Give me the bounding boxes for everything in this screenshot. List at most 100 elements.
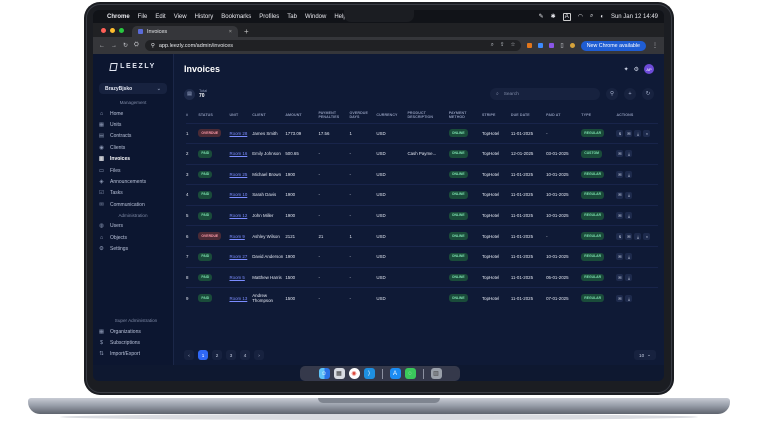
download-icon[interactable]: ⤓ (625, 273, 633, 281)
bluetooth-icon[interactable]: ✱ (551, 13, 556, 20)
email-icon[interactable]: ✉ (616, 253, 624, 261)
add-invoice-button[interactable]: + (624, 88, 636, 100)
column-header-currency[interactable]: CURRENCY (376, 108, 407, 123)
refresh-button[interactable]: ↻ (642, 88, 654, 100)
table-row[interactable]: 6 OVERDUE Room 9 Ashley Wilson 2121 21 1 USD ONL… (186, 225, 658, 247)
sidebar-item-subscriptions[interactable]: $ Subscriptions (93, 337, 179, 348)
trash-icon[interactable]: ▥ (430, 368, 442, 379)
email-icon[interactable]: ✉ (616, 294, 624, 302)
email-icon[interactable]: ✉ (616, 191, 624, 199)
rows-per-page-select[interactable]: 10 ⌄ (634, 350, 656, 360)
side-panel-icon[interactable]: ▯ (560, 42, 563, 49)
page-3-button[interactable]: 3 (226, 350, 236, 360)
minimize-window-button[interactable] (110, 27, 115, 33)
search-input[interactable]: ⌕ Search (490, 88, 600, 100)
table-row[interactable]: 4 PAID Room 10 Sarah Davis 1900 - - USD ONLINE To… (186, 184, 658, 206)
table-row[interactable]: 3 PAID Room 25 Michael Brown 1900 - - USD ONLINE… (186, 164, 658, 185)
pay-icon[interactable]: $ (616, 129, 624, 137)
extension-icon[interactable] (538, 43, 544, 48)
column-header-client[interactable]: CLIENT (252, 108, 285, 123)
sidebar-item-contracts[interactable]: ▤ Contracts (93, 131, 173, 142)
column-header-payment-method[interactable]: PAYMENT METHOD (449, 108, 482, 123)
download-icon[interactable]: ⤓ (625, 212, 633, 220)
menubar-clock[interactable]: Sun Jan 12 14:49 (611, 14, 658, 20)
unit-link[interactable]: Room 10 (229, 192, 247, 197)
unit-link[interactable]: Room 25 (229, 172, 247, 177)
page-1-button[interactable]: 1 (198, 350, 208, 360)
leezly-logo[interactable]: LEEZLY (93, 54, 173, 79)
search-icon[interactable]: ⌕ (590, 13, 593, 20)
column-header-amount[interactable]: AMOUNT (285, 108, 318, 123)
site-info-icon[interactable]: ⚲ (151, 43, 155, 49)
column-header-product-description[interactable]: PRODUCT DESCRIPTION (407, 108, 448, 123)
column-header-stripe[interactable]: STRIPE (482, 108, 511, 123)
sidebar-item-clients[interactable]: ◉ Clients (93, 142, 173, 153)
zoom-icon[interactable]: ⌕ (491, 42, 494, 49)
column-header-paid-at[interactable]: PAID AT (546, 108, 581, 123)
menu-history[interactable]: History (195, 14, 214, 20)
table-row[interactable]: 5 PAID Room 12 John Miller 1900 - - USD ONLINE To… (186, 205, 658, 226)
download-icon[interactable]: ⤓ (625, 150, 633, 158)
unit-link[interactable]: Room 5 (229, 275, 244, 280)
app-store-icon[interactable]: A (389, 368, 401, 379)
puzzle-extensions-icon[interactable] (549, 43, 555, 48)
messages-icon[interactable]: ◌ (404, 368, 416, 379)
menu-view[interactable]: View (174, 14, 187, 20)
page-4-button[interactable]: 4 (240, 350, 250, 360)
column-header-due-date[interactable]: DUE DATE (511, 108, 546, 123)
email-icon[interactable]: ✉ (625, 129, 633, 137)
download-icon[interactable]: ⤓ (634, 129, 642, 137)
sidebar-item-users[interactable]: ◍ Users (93, 221, 173, 232)
unit-link[interactable]: Room 12 (229, 213, 247, 218)
organization-selector[interactable]: BrazyBjsko ⌄ (99, 83, 167, 94)
new-tab-button[interactable]: + (244, 26, 249, 37)
download-icon[interactable]: ⤓ (625, 170, 633, 178)
menu-bookmarks[interactable]: Bookmarks (221, 14, 251, 20)
new-chrome-available-button[interactable]: New Chrome available (580, 40, 646, 51)
close-tab-icon[interactable]: × (229, 29, 232, 35)
column-header-#[interactable]: # (186, 108, 198, 123)
sidebar-item-units[interactable]: ▦ Units (93, 119, 173, 130)
download-icon[interactable]: ⤓ (625, 191, 633, 199)
sidebar-item-files[interactable]: ▭ Files (93, 165, 173, 176)
menu-file[interactable]: File (138, 14, 148, 20)
table-row[interactable]: 8 PAID Room 5 Matthew Harris 1500 - - USD ONLINE… (186, 267, 658, 288)
table-row[interactable]: 2 PAID Room 16 Emily Johnson 500.65 - - USD Cash… (186, 143, 658, 165)
extensions-shortcut-icon[interactable]: ⛭ (134, 42, 139, 49)
finder-icon[interactable]: ☺ (318, 368, 330, 379)
sidebar-item-objects[interactable]: ⌂ Objects (93, 232, 173, 243)
zoom-window-button[interactable] (119, 27, 124, 33)
table-row[interactable]: 9 PAID Room 13 Andrew Thompson 1500 - - USD ONLI… (186, 287, 658, 309)
column-header-status[interactable]: STATUS (198, 108, 229, 123)
reload-icon[interactable]: ↻ (123, 42, 128, 49)
pay-icon[interactable]: $ (616, 232, 624, 240)
address-bar[interactable]: ⚲ app.leezly.com/admin/invoices ⌕ ⇪ ☆ (144, 40, 522, 51)
column-header-type[interactable]: TYPE (581, 108, 616, 123)
user-avatar[interactable]: AP (644, 64, 654, 74)
email-icon[interactable]: ✉ (616, 150, 624, 158)
table-row[interactable]: 7 PAID Room 27 David Anderson 1900 - - USD ONLIN… (186, 246, 658, 268)
launchpad-icon[interactable]: ▦ (333, 368, 345, 379)
chrome-icon[interactable]: ◉ (348, 368, 360, 379)
email-icon[interactable]: ✉ (616, 273, 624, 281)
sidebar-item-communication[interactable]: ✉ Communication (93, 199, 173, 210)
sidebar-item-announcements[interactable]: ◈ Announcements (93, 176, 173, 187)
column-header-actions[interactable]: ACTIONS (616, 108, 658, 123)
menu-tab[interactable]: Tab (287, 14, 297, 20)
close-icon[interactable]: × (643, 129, 651, 137)
sidebar-item-organizations[interactable]: ▦ Organizations (93, 326, 179, 337)
vscode-icon[interactable]: ⟩ (363, 368, 375, 379)
unit-link[interactable]: Room 27 (229, 254, 247, 259)
sidebar-item-tasks[interactable]: ☑ Tasks (93, 188, 173, 199)
download-icon[interactable]: ⤓ (625, 253, 633, 261)
share-icon[interactable]: ⇪ (500, 42, 505, 49)
menu-edit[interactable]: Edit (155, 14, 165, 20)
next-page-button[interactable]: › (254, 350, 264, 360)
forward-icon[interactable]: → (111, 43, 117, 49)
column-header-unit[interactable]: UNIT (229, 108, 252, 123)
pen-icon[interactable]: ✎ (539, 13, 544, 20)
close-window-button[interactable] (101, 27, 106, 33)
control-center-icon[interactable]: ◐ (600, 14, 604, 20)
sidebar-item-home[interactable]: ⌂ Home (93, 108, 173, 119)
input-source-icon[interactable]: A (562, 12, 571, 21)
